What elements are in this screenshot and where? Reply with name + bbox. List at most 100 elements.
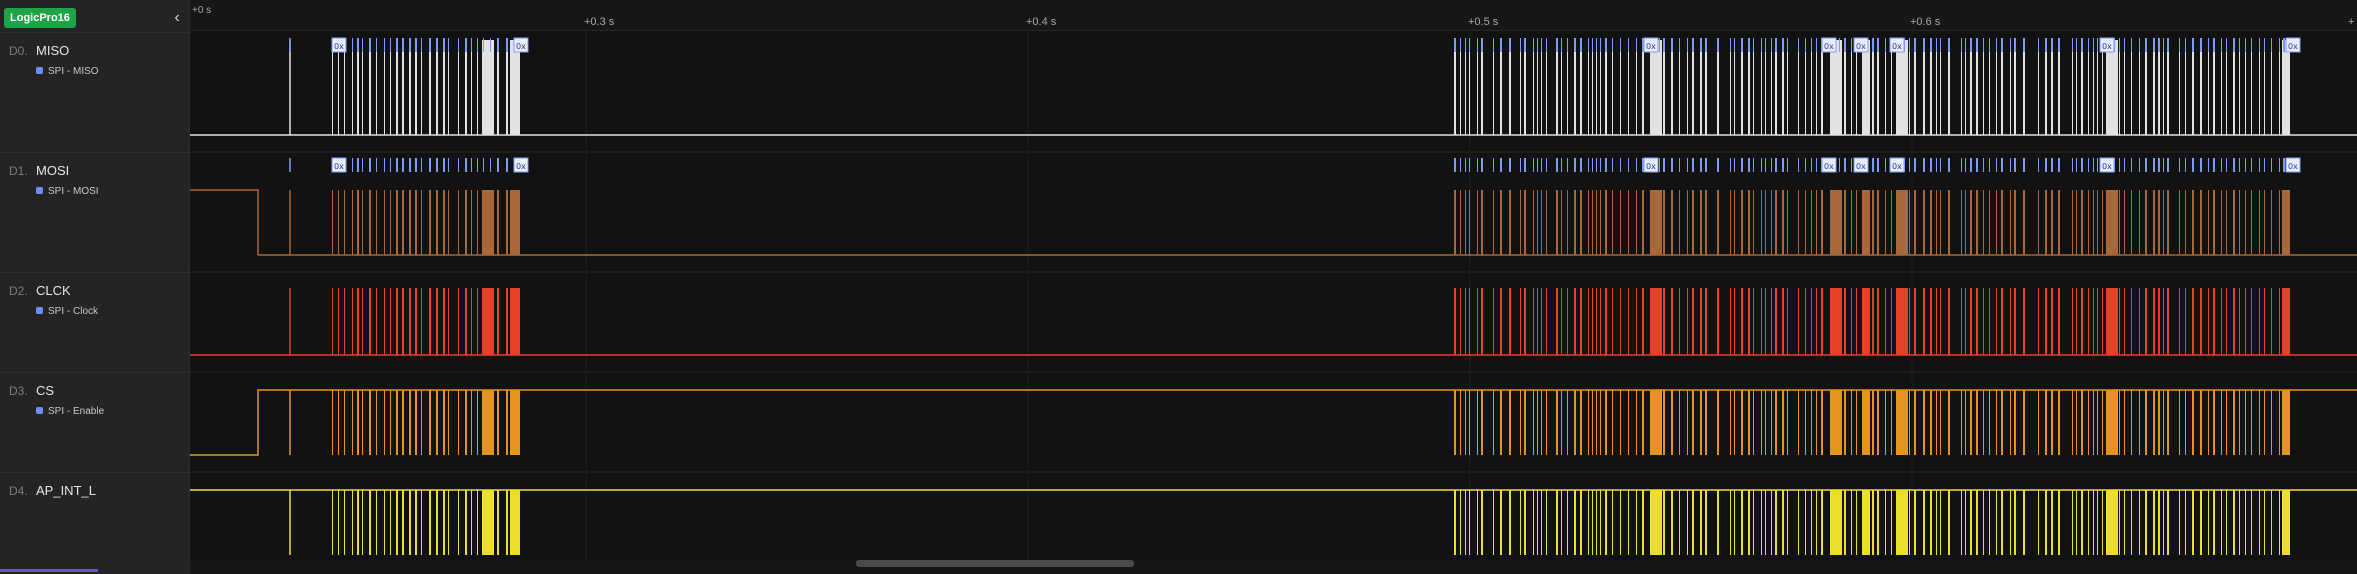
waveform-canvas[interactable]: 0x 0x 0x 0x 0x 0x 0x 0x 0x 0x 0x 0x 0x 0x 0x 0x <box>190 0 2357 560</box>
signal-pulse <box>2023 190 2025 255</box>
signal-pulse <box>1620 40 1621 135</box>
channel-name-miso[interactable]: MISO <box>36 43 69 58</box>
signal-pulse <box>332 490 333 555</box>
signal-pulse <box>1612 40 1613 135</box>
signal-pulse <box>2226 490 2227 555</box>
signal-pulse <box>1596 190 1597 255</box>
signal-pulse <box>376 40 377 135</box>
signal-pulse <box>409 288 411 355</box>
horizontal-scrollbar[interactable] <box>190 560 2357 574</box>
channel-row-d1[interactable]: D1. MOSI SPI - MOSI <box>0 152 190 272</box>
signal-pulse <box>1717 40 1719 135</box>
signal-pulse <box>1717 390 1719 455</box>
signal-pulse <box>2081 490 2083 555</box>
signal-pulse <box>2072 190 2073 255</box>
decode-bit <box>362 38 363 52</box>
decode-bit <box>1948 38 1950 52</box>
decode-bit <box>1628 38 1629 52</box>
signal-pulse <box>1481 288 1483 355</box>
analyzer-tag-enable[interactable]: SPI - Enable <box>36 406 104 417</box>
signal-pulse <box>1663 190 1665 255</box>
decode-bit <box>1872 158 1874 172</box>
signal-pulse <box>2163 40 2164 135</box>
signal-pulse <box>2093 40 2094 135</box>
signal-pulse <box>1663 390 1665 455</box>
decode-bit <box>1580 38 1582 52</box>
channel-row-d0[interactable]: D0. MISO SPI - MISO <box>0 32 190 152</box>
signal-block <box>482 390 494 455</box>
channel-name-cs[interactable]: CS <box>36 383 54 398</box>
analyzer-tag-mosi[interactable]: SPI - MOSI <box>36 186 99 197</box>
analyzer-tag-clock[interactable]: SPI - Clock <box>36 306 98 317</box>
channel-row-d3[interactable]: D3. CS SPI - Enable <box>0 372 190 472</box>
signal-block <box>1650 390 1662 455</box>
signal-pulse <box>2102 40 2103 135</box>
signal-pulse <box>1556 288 1558 355</box>
analyzer-tag-miso[interactable]: SPI - MISO <box>36 66 99 77</box>
signal-pulse <box>1821 288 1823 355</box>
decode-bit <box>2200 38 2202 52</box>
signal-pulse <box>2097 288 2098 355</box>
signal-pulse <box>384 190 385 255</box>
signal-pulse <box>506 490 508 555</box>
signal-pulse <box>1771 288 1772 355</box>
signal-pulse <box>2088 288 2089 355</box>
signal-pulse <box>2139 40 2140 135</box>
signal-edge <box>190 189 259 255</box>
decode-bit <box>1811 158 1812 172</box>
signal-pulse <box>1546 190 1547 255</box>
signal-pulse <box>1465 40 1466 135</box>
signal-pulse <box>2076 490 2077 555</box>
signal-pulse <box>1592 490 1593 555</box>
signal-block <box>482 190 494 255</box>
signal-pulse <box>2259 288 2260 355</box>
signal-pulse <box>1687 288 1688 355</box>
signal-pulse <box>1705 190 1707 255</box>
chevron-left-icon[interactable]: ‹ <box>169 9 185 27</box>
signal-pulse <box>1983 190 1984 255</box>
signal-pulse <box>1717 190 1719 255</box>
signal-pulse <box>1636 190 1637 255</box>
waveform-area[interactable]: +0 s +0.3 s +0.4 s +0.5 s +0.6 s + 0x 0x 0… <box>190 0 2357 574</box>
channel-name-mosi[interactable]: MOSI <box>36 163 69 178</box>
signal-pulse <box>1970 288 1972 355</box>
signal-pulse <box>1596 40 1597 135</box>
signal-pulse <box>429 190 431 255</box>
device-badge[interactable]: LogicPro16 <box>4 8 76 28</box>
signal-pulse <box>1561 390 1562 455</box>
signal-pulse <box>1477 390 1478 455</box>
signal-pulse <box>362 40 363 135</box>
signal-pulse <box>1765 40 1766 135</box>
decode-bit <box>2245 158 2246 172</box>
signal-pulse <box>1989 490 1990 555</box>
channel-row-d4[interactable]: D4. AP_INT_L <box>0 472 190 574</box>
decode-bit <box>1717 158 1719 172</box>
signal-pulse <box>2124 390 2125 455</box>
signal-pulse <box>1642 390 1644 455</box>
channel-name-ap-int-l[interactable]: AP_INT_L <box>36 483 96 498</box>
signal-pulse <box>1620 490 1621 555</box>
decode-bit <box>2119 158 2120 172</box>
signal-pulse <box>1948 390 1950 455</box>
signal-pulse <box>2245 490 2246 555</box>
analyzer-label: SPI - Enable <box>48 406 105 417</box>
scrollbar-thumb[interactable] <box>856 560 1134 567</box>
channel-row-d2[interactable]: D2. CLCK SPI - Clock <box>0 272 190 372</box>
channel-sidebar: LogicPro16 ‹ D0. MISO SPI - MISO D1. MOS… <box>0 0 190 574</box>
signal-pulse <box>1642 288 1644 355</box>
signal-pulse <box>1965 40 1966 135</box>
channel-name-clck[interactable]: CLCK <box>36 283 71 298</box>
decode-bit <box>1961 38 1962 52</box>
signal-pulse <box>1469 288 1470 355</box>
signal-pulse <box>429 40 431 135</box>
signal-pulse <box>1748 190 1750 255</box>
signal-pulse <box>2131 190 2132 255</box>
signal-pulse <box>362 490 363 555</box>
signal-pulse <box>1948 288 1950 355</box>
decode-bit <box>1787 38 1788 52</box>
signal-pulse <box>1556 190 1558 255</box>
signal-pulse <box>1816 288 1817 355</box>
signal-pulse <box>338 390 339 455</box>
signal-pulse <box>1588 490 1589 555</box>
signal-block <box>1650 40 1662 135</box>
